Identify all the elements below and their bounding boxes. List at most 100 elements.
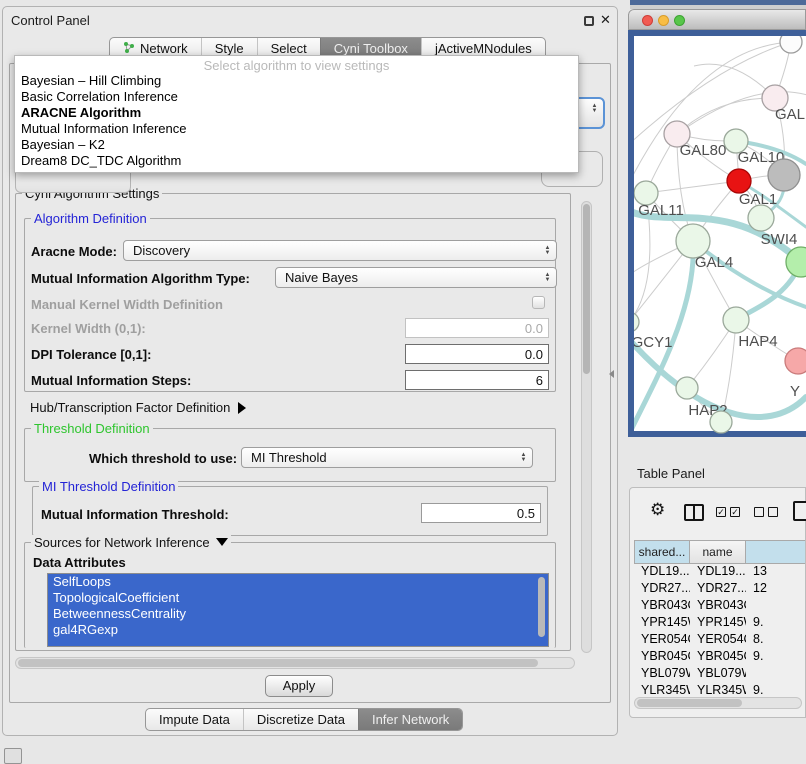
table-cell: 12 — [746, 581, 805, 598]
data-attribute-item[interactable]: gal4RGexp — [48, 622, 548, 638]
table-row[interactable]: YBR045CYBR045C9. — [634, 649, 805, 666]
table-row[interactable]: YDR27...YDR27...12 — [634, 581, 805, 598]
bottom-tab-impute-data[interactable]: Impute Data — [146, 709, 243, 730]
mi-type-label: Mutual Information Algorithm Type: — [31, 271, 250, 286]
algorithm-option[interactable]: Basic Correlation Inference — [15, 89, 578, 105]
which-threshold-label: Which threshold to use: — [89, 451, 237, 466]
settings-horizontal-scrollbar[interactable] — [15, 657, 575, 669]
bottom-tab-infer-network[interactable]: Infer Network — [358, 709, 462, 730]
unchecked-checkbox-icon-2[interactable] — [768, 507, 778, 517]
table-cell: YBL079W — [690, 666, 746, 683]
algorithm-option[interactable]: Bayesian – K2 — [15, 137, 578, 153]
network-node-label: GAL — [775, 106, 805, 123]
network-node[interactable] — [710, 411, 732, 433]
float-window-icon[interactable] — [584, 16, 594, 26]
network-node-label: SWI4 — [761, 231, 798, 248]
dpi-tolerance-field[interactable]: 0.0 — [405, 344, 549, 364]
kernel-width-field[interactable]: 0.0 — [405, 318, 549, 338]
close-panel-icon[interactable]: ✕ — [600, 12, 611, 28]
data-attributes-list[interactable]: SelfLoopsTopologicalCoefficientBetweenne… — [47, 573, 549, 647]
settings-hscroll-thumb[interactable] — [18, 659, 538, 667]
mi-algorithm-type-select[interactable]: Naive Bayes — [275, 267, 557, 288]
combo-arrows-icon — [518, 449, 529, 466]
mi-threshold-label: Mutual Information Threshold: — [41, 507, 229, 522]
table-column-header[interactable]: name — [690, 540, 746, 564]
table-row[interactable]: YBL079WYBL079W — [634, 666, 805, 683]
tab-label: Select — [271, 41, 307, 56]
apply-button[interactable]: Apply — [265, 675, 333, 697]
network-node-y[interactable] — [785, 348, 806, 374]
which-threshold-value: MI Threshold — [251, 450, 327, 465]
gear-icon[interactable]: ⚙ — [650, 500, 665, 520]
network-view-frame: GALGAL80GAL10GAL1GAL11SWI4GAL4GCY1HAP4YH… — [628, 30, 806, 437]
hub-definition-expander[interactable]: Hub/Transcription Factor Definition — [30, 400, 246, 415]
sources-group-title[interactable]: Sources for Network Inference — [31, 535, 231, 550]
data-attribute-item[interactable]: SelfLoops — [48, 574, 548, 590]
network-window-titlebar[interactable] — [628, 9, 806, 30]
which-threshold-select[interactable]: MI Threshold — [241, 447, 533, 468]
table-row[interactable]: YER054CYER054C8. — [634, 632, 805, 649]
network-node[interactable] — [780, 36, 802, 53]
algorithm-option[interactable]: Mutual Information Inference — [15, 121, 578, 137]
expander-right-arrow-icon — [238, 402, 246, 414]
network-node-gal1[interactable] — [727, 169, 751, 193]
table-row[interactable]: YDL19...YDL19...13 — [634, 564, 805, 581]
network-edge[interactable] — [677, 98, 775, 134]
algorithm-option[interactable]: Dream8 DC_TDC Algorithm — [15, 153, 578, 169]
network-node-swi4[interactable] — [748, 205, 774, 231]
table-cell: YPR145W — [634, 615, 690, 632]
kernel-width-label: Kernel Width (0,1): — [31, 321, 146, 336]
network-node-hap2[interactable] — [676, 377, 698, 399]
network-node-gal4[interactable] — [676, 224, 710, 258]
dpi-tolerance-label: DPI Tolerance [0,1]: — [31, 347, 151, 362]
table-row[interactable]: YBR043CYBR043C — [634, 598, 805, 615]
aracne-mode-select[interactable]: Discovery — [123, 240, 557, 261]
algorithm-option[interactable]: ARACNE Algorithm — [15, 105, 578, 121]
table-header-row: shared...name — [634, 540, 805, 564]
file-icon[interactable] — [793, 501, 806, 521]
mi-threshold-group-title: MI Threshold Definition — [39, 479, 178, 494]
mi-threshold-field[interactable]: 0.5 — [421, 503, 541, 523]
settings-vertical-scrollbar[interactable] — [581, 201, 592, 653]
data-attribute-item[interactable]: BetweennessCentrality — [48, 606, 548, 622]
checked-checkbox-icon-2[interactable]: ✓ — [730, 507, 740, 517]
minimize-traffic-light-icon[interactable] — [658, 15, 669, 26]
table-hscroll-thumb[interactable] — [637, 699, 742, 707]
close-traffic-light-icon[interactable] — [642, 15, 653, 26]
table-cell: YPR145W — [690, 615, 746, 632]
unchecked-checkbox-icon[interactable] — [754, 507, 764, 517]
checked-checkbox-icon[interactable]: ✓ — [716, 507, 726, 517]
network-edge[interactable] — [646, 181, 739, 193]
mi-steps-field[interactable]: 6 — [405, 370, 549, 390]
network-canvas[interactable]: GALGAL80GAL10GAL1GAL11SWI4GAL4GCY1HAP4YH… — [634, 36, 806, 437]
algorithm-definition-title: Algorithm Definition — [31, 211, 150, 226]
combo-arrows-icon — [589, 100, 600, 117]
table-cell: YER054C — [634, 632, 690, 649]
algorithm-option[interactable]: Bayesian – Hill Climbing — [15, 73, 578, 89]
columns-icon[interactable] — [684, 504, 704, 521]
table-horizontal-scrollbar[interactable] — [634, 697, 802, 709]
network-node-gcy1[interactable] — [634, 312, 639, 332]
zoom-traffic-light-icon[interactable] — [674, 15, 685, 26]
table-column-header[interactable]: shared... — [634, 540, 690, 564]
manual-kernel-checkbox[interactable] — [532, 296, 545, 309]
tab-label: Cyni Toolbox — [334, 41, 408, 56]
splitter-collapse-arrow[interactable] — [609, 370, 614, 378]
aracne-mode-label: Aracne Mode: — [31, 244, 117, 259]
control-panel: Control Panel ✕ NetworkStyleSelectCyni T… — [2, 6, 618, 736]
attributes-list-scrollbar[interactable] — [538, 577, 545, 637]
bottom-tab-discretize-data[interactable]: Discretize Data — [243, 709, 358, 730]
network-node[interactable] — [768, 159, 800, 191]
table-panel-title: Table Panel — [637, 466, 705, 481]
table-cell: YBL079W — [634, 666, 690, 683]
combo-arrows-icon — [542, 242, 553, 259]
table-column-header[interactable] — [746, 540, 805, 564]
settings-vscroll-thumb[interactable] — [583, 204, 590, 374]
network-node-hap4[interactable] — [723, 307, 749, 333]
data-attribute-item[interactable]: TopologicalCoefficient — [48, 590, 548, 606]
sources-title-text: Sources for Network Inference — [34, 535, 210, 550]
threshold-definition-title: Threshold Definition — [31, 421, 153, 436]
table-cell — [746, 598, 805, 615]
table-row[interactable]: YPR145WYPR145W9. — [634, 615, 805, 632]
hub-definition-label: Hub/Transcription Factor Definition — [30, 400, 230, 415]
